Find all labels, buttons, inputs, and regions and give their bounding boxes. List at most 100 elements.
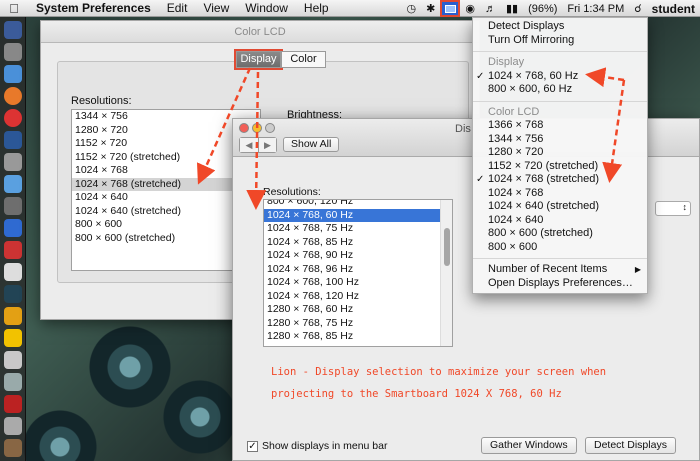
list-item[interactable]: 1024 × 768, 100 Hz	[264, 276, 440, 290]
navigation-buttons: ◀ ▶	[239, 137, 277, 153]
menu-item-resolution[interactable]: 800 × 600 (stretched)	[473, 227, 647, 241]
wifi-icon[interactable]: ◉	[460, 2, 480, 15]
app-icon[interactable]	[3, 219, 22, 237]
menu-item-resolution[interactable]: 1152 × 720 (stretched)	[473, 160, 647, 174]
close-icon[interactable]	[239, 123, 249, 133]
zoom-icon[interactable]	[265, 123, 275, 133]
tab-color[interactable]: Color	[281, 51, 326, 68]
scrollbar-thumb[interactable]	[444, 228, 450, 266]
chrome-icon[interactable]	[3, 109, 22, 127]
menu-view[interactable]: View	[195, 1, 237, 15]
app-icon[interactable]	[3, 351, 22, 369]
tab-display[interactable]: Display	[234, 49, 283, 70]
list-item[interactable]: 1024 × 768, 96 Hz	[264, 263, 440, 277]
clock[interactable]: Fri 1:34 PM	[562, 3, 629, 15]
checkmark-icon: ✓	[476, 174, 485, 185]
menu-recent-items[interactable]: Number of Recent Items ▶	[473, 263, 647, 277]
menu-item-resolution[interactable]: 1280 × 720	[473, 146, 647, 160]
minimize-icon[interactable]	[252, 123, 262, 133]
volume-icon[interactable]: ♬	[480, 3, 501, 15]
separator	[473, 100, 647, 102]
menu-item-resolution[interactable]: 800 × 600, 60 Hz	[473, 83, 647, 97]
menu-item-resolution[interactable]: 800 × 600	[473, 241, 647, 255]
apple-menu-icon[interactable]: 	[0, 1, 28, 16]
list-item[interactable]: 1280 × 768, 60 Hz	[264, 303, 440, 317]
menu-extras: ◷ ✱ ◉ ♬ ▮▮ (96%) Fri 1:34 PM ☌ student	[402, 0, 700, 17]
annotation-line-1: Lion - Display selection to maximize you…	[271, 366, 607, 378]
menu-turn-off-mirroring[interactable]: Turn Off Mirroring	[473, 34, 647, 48]
app-icon[interactable]	[3, 373, 22, 391]
app-icon[interactable]	[3, 263, 22, 281]
resolutions-list[interactable]: 800 × 600, 120 Hz 1024 × 768, 60 Hz 1024…	[263, 199, 453, 347]
app-icon[interactable]	[3, 417, 22, 435]
menu-item-resolution[interactable]: 1344 × 756	[473, 133, 647, 147]
list-item-selected[interactable]: 1024 × 768, 60 Hz	[264, 208, 440, 222]
window-title: Dis	[455, 123, 471, 135]
list-item[interactable]: 800 × 600, 120 Hz	[264, 200, 440, 209]
utility-icon[interactable]	[3, 153, 22, 171]
list-item[interactable]: 1280 × 768, 85 Hz	[264, 330, 440, 344]
menu-bar:  System Preferences Edit View Window He…	[0, 0, 700, 17]
menu-help[interactable]: Help	[296, 1, 337, 15]
list-item[interactable]: 1024 × 768, 85 Hz	[264, 236, 440, 250]
displays-menu: Detect Displays Turn Off Mirroring Displ…	[472, 17, 648, 294]
window-controls	[239, 123, 275, 133]
app-icon[interactable]	[3, 439, 22, 457]
time-machine-icon[interactable]: ◷	[402, 2, 422, 15]
app-icon[interactable]	[3, 241, 22, 259]
resolutions-label: Resolutions:	[71, 95, 132, 107]
display-menu-icon[interactable]	[440, 0, 461, 17]
firefox-icon[interactable]	[3, 87, 22, 105]
menu-item-resolution[interactable]: ✓ 1024 × 768 (stretched)	[473, 173, 647, 187]
menu-open-displays-preferences[interactable]: Open Displays Preferences…	[473, 277, 647, 291]
checkmark-icon[interactable]: ✓	[247, 440, 258, 452]
scrollbar[interactable]	[440, 200, 452, 346]
separator	[473, 258, 647, 259]
menu-item-resolution[interactable]: 1024 × 640	[473, 214, 647, 228]
window-title: Color LCD	[41, 21, 479, 43]
app-menu[interactable]: System Preferences	[28, 1, 159, 15]
word-icon[interactable]	[3, 131, 22, 149]
menu-header-color-lcd: Color LCD	[488, 105, 540, 118]
menu-edit[interactable]: Edit	[159, 1, 196, 15]
bottom-bar: ✓ Show displays in menu bar Gather Windo…	[233, 434, 699, 460]
menu-window[interactable]: Window	[237, 1, 296, 15]
popup-select[interactable]: ↕	[655, 201, 691, 216]
app-icon[interactable]	[3, 329, 22, 347]
battery-percent: (96%)	[528, 2, 558, 15]
show-displays-checkbox[interactable]: ✓ Show displays in menu bar	[247, 440, 387, 452]
app-icon[interactable]	[3, 395, 22, 413]
battery-icon[interactable]: ▮▮	[501, 2, 523, 15]
menu-item-resolution[interactable]: ✓ 1024 × 768, 60 Hz	[473, 70, 647, 84]
annotation-line-2: projecting to the Smartboard 1024 X 768,…	[271, 388, 562, 400]
gather-windows-button[interactable]: Gather Windows	[481, 437, 577, 454]
list-item[interactable]: 1024 × 768, 120 Hz	[264, 290, 440, 304]
show-all-button[interactable]: Show All	[283, 137, 340, 152]
app-icon[interactable]	[3, 285, 22, 303]
list-item[interactable]: 1024 × 768, 75 Hz	[264, 222, 440, 236]
menu-item-resolution[interactable]: 1024 × 640 (stretched)	[473, 200, 647, 214]
back-icon[interactable]: ◀	[240, 138, 258, 152]
annotation-note: Lion - Display selection to maximize you…	[271, 361, 651, 405]
system-preferences-icon[interactable]	[3, 43, 22, 61]
submenu-arrow-icon: ▶	[634, 265, 641, 274]
menu-item-resolution[interactable]: 1024 × 768	[473, 187, 647, 201]
bluetooth-icon[interactable]: ✱	[421, 2, 440, 15]
detect-displays-button[interactable]: Detect Displays	[585, 437, 676, 454]
app-store-icon[interactable]	[3, 65, 22, 83]
forward-icon[interactable]: ▶	[258, 138, 276, 152]
menu-detect-displays[interactable]: Detect Displays	[473, 20, 647, 34]
app-icon[interactable]	[3, 175, 22, 193]
app-icon[interactable]	[3, 307, 22, 325]
checkmark-icon: ✓	[476, 70, 485, 82]
menu-item-resolution[interactable]: 1366 × 768	[473, 119, 647, 133]
app-icon[interactable]	[3, 197, 22, 215]
segmented-control: Display Color	[234, 49, 326, 70]
checkbox-label: Show displays in menu bar	[262, 440, 388, 452]
finder-icon[interactable]	[3, 21, 22, 39]
list-item[interactable]: 1024 × 768, 90 Hz	[264, 249, 440, 263]
list-item[interactable]: 1280 × 768, 75 Hz	[264, 317, 440, 331]
menu-header-display: Display	[488, 56, 525, 68]
search-icon[interactable]: ☌	[629, 2, 646, 15]
user-name[interactable]: student	[647, 2, 700, 16]
